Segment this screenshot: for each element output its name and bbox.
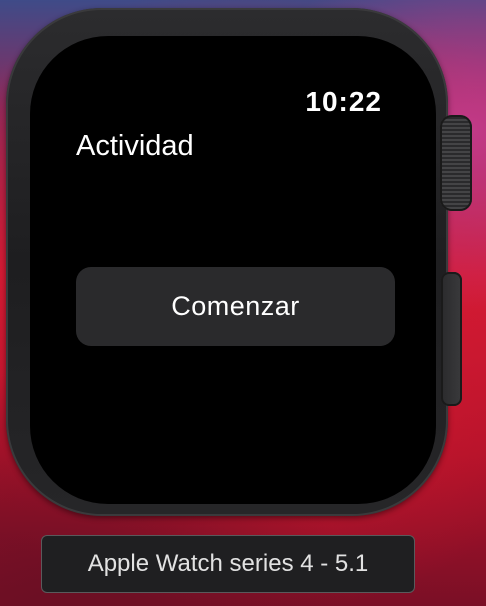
watch-screen: 10:22 Actividad Comenzar [30, 36, 436, 504]
watch-case: 10:22 Actividad Comenzar [6, 8, 448, 516]
start-button[interactable]: Comenzar [76, 267, 395, 346]
start-button-label: Comenzar [171, 291, 300, 321]
digital-crown[interactable] [440, 115, 472, 211]
device-label: Apple Watch series 4 - 5.1 [41, 535, 415, 593]
side-button[interactable] [441, 272, 462, 406]
device-label-text: Apple Watch series 4 - 5.1 [87, 550, 369, 577]
app-title: Actividad [76, 130, 194, 162]
time-display: 10:22 [305, 86, 382, 117]
